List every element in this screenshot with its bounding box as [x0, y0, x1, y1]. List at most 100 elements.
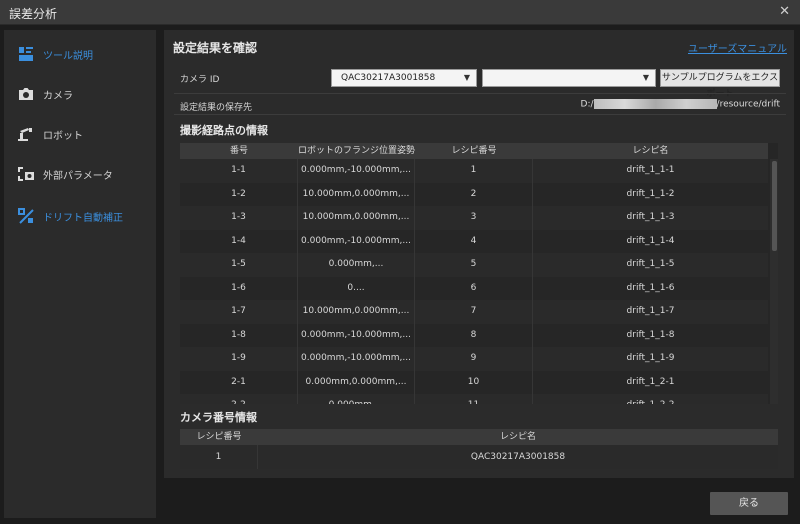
table-cell: 0.000mm,... [298, 253, 415, 277]
sidebar-item-external-params[interactable]: 外部パラメータ [4, 159, 156, 189]
sidebar-item-label: 外部パラメータ [43, 170, 113, 182]
table-cell: 2-2 [180, 394, 298, 404]
table-row[interactable]: 2-20.000mm,...11drift_1_2-2 [180, 394, 768, 404]
save-path-value: D:/ /resource/drift [581, 99, 780, 110]
table-cell: 0.000mm,... [298, 394, 415, 404]
camera-id-select[interactable]: QAC30217A3001858 ▼ [331, 69, 477, 87]
table-row[interactable]: 1-5 0.000mm,... 5 drift_1_1-5 [180, 253, 768, 277]
chevron-down-icon: ▼ [642, 73, 649, 82]
secondary-select[interactable]: ▼ [482, 69, 656, 87]
window-title: 誤差分析 [9, 7, 58, 21]
column-header: レシピ番号 [451, 146, 497, 156]
close-icon[interactable]: ✕ [779, 4, 790, 19]
user-manual-link[interactable]: ユーザーズマニュアル [688, 40, 787, 55]
sidebar-item-camera[interactable]: カメラ [4, 79, 156, 109]
table-cell: 0.000mm,-10.000mm,... [298, 159, 415, 183]
table-cell: 1-2 [180, 182, 298, 206]
scrollbar[interactable] [770, 159, 778, 404]
sidebar-item-label: ロボット [43, 130, 83, 142]
main-panel: 設定結果を確認 ユーザーズマニュアル カメラ ID QAC30217A30018… [164, 30, 794, 478]
export-sample-program-button[interactable]: サンプルプログラムをエクスポート [660, 69, 780, 99]
save-path-prefix: D:/ [580, 99, 594, 110]
external-param-icon [17, 166, 35, 182]
table-row[interactable]: 1 QAC30217A3001858 [180, 445, 778, 469]
table-row[interactable]: 1-2 10.000mm,0.000mm,... 2 drift_1_1-2 [180, 182, 768, 206]
table-cell: 3 [415, 206, 533, 230]
table-cell: 1-8 [180, 323, 298, 347]
sidebar-item-tool-description[interactable]: ツール説明 [4, 39, 156, 69]
tool-description-icon [17, 46, 35, 62]
sidebar-item-label: ツール説明 [43, 50, 93, 62]
robot-icon [17, 126, 35, 142]
sidebar-item-drift-correction[interactable]: ドリフト自動補正 [4, 201, 156, 231]
table-cell: drift_1_1-9 [626, 353, 675, 363]
table-cell: 2-1 [180, 370, 298, 394]
table-cell: 1 [415, 159, 533, 183]
table-cell: 8 [415, 323, 533, 347]
divider [174, 114, 786, 115]
table-row[interactable]: 1-6 0.... 6 drift_1_1-6 [180, 276, 768, 300]
save-path-suffix: /resource/drift [716, 99, 780, 110]
column-header: 番号 [229, 146, 248, 156]
table-cell: 9 [415, 347, 533, 371]
camera-table: レシピ番号 レシピ名 1 QAC30217A3001858 [180, 429, 778, 469]
sidebar-item-label: ドリフト自動補正 [43, 212, 123, 224]
table-row[interactable]: 1-1 0.000mm,-10.000mm,... 1 drift_1_1-1 [180, 159, 768, 183]
table-row[interactable]: 1-3 10.000mm,0.000mm,... 3 drift_1_1-3 [180, 206, 768, 230]
table-cell: 7 [415, 300, 533, 324]
sidebar-item-robot[interactable]: ロボット [4, 119, 156, 149]
table-cell: 0.000mm,0.000mm,... [298, 370, 415, 394]
table-cell: drift_1_1-7 [626, 306, 675, 316]
save-path-label: 設定結果の保存先 [180, 103, 253, 113]
table-cell: QAC30217A3001858 [470, 452, 566, 462]
table-cell: 1 [180, 445, 258, 469]
chevron-down-icon: ▼ [463, 73, 470, 82]
title-bar: 誤差分析 ✕ [0, 0, 800, 25]
table-cell: 1-9 [180, 347, 298, 371]
table-cell: 10.000mm,0.000mm,... [298, 300, 415, 324]
drift-correction-icon [17, 208, 35, 224]
camera-id-label: カメラ ID [180, 75, 220, 85]
column-header: レシピ名 [499, 432, 536, 442]
table-cell: 1-7 [180, 300, 298, 324]
table-cell: drift_1_1-4 [626, 235, 675, 246]
table-cell: 11 [415, 394, 533, 404]
table-cell: 10 [415, 370, 533, 394]
table-cell: 4 [415, 229, 533, 253]
points-section-title: 撮影経路点の情報 [180, 124, 268, 137]
table-row[interactable]: 1-9 0.000mm,-10.000mm,... 9 drift_1_1-9 [180, 347, 768, 371]
page-title: 設定結果を確認 [173, 41, 258, 55]
column-header: レシピ番号 [196, 432, 242, 442]
table-cell: 1-1 [180, 159, 298, 183]
table-cell: drift_1_2-1 [626, 376, 675, 387]
table-cell: drift_1_1-5 [626, 259, 675, 269]
table-cell: 1-6 [180, 276, 298, 300]
camera-id-select-value: QAC30217A3001858 [341, 73, 436, 83]
divider [174, 93, 786, 94]
table-row[interactable]: 1-7 10.000mm,0.000mm,... 7 drift_1_1-7 [180, 300, 768, 324]
redacted-path [593, 99, 717, 109]
table-cell: 1-4 [180, 229, 298, 253]
table-cell: drift_1_1-3 [626, 212, 675, 222]
table-cell: drift_1_1-1 [626, 165, 675, 175]
table-header: レシピ番号 レシピ名 [180, 429, 778, 445]
table-cell: 6 [415, 276, 533, 300]
table-cell: 0.000mm,-10.000mm,... [298, 323, 415, 347]
table-cell: 10.000mm,0.000mm,... [298, 206, 415, 230]
scrollbar-thumb[interactable] [772, 161, 777, 251]
camera-section-title: カメラ番号情報 [180, 411, 257, 424]
table-cell: drift_1_1-6 [626, 282, 675, 293]
table-row[interactable]: 2-1 0.000mm,0.000mm,... 10 drift_1_2-1 [180, 370, 768, 394]
table-cell: drift_1_2-2 [533, 394, 768, 404]
column-header: レシピ名 [632, 146, 669, 156]
table-row[interactable]: 1-8 0.000mm,-10.000mm,... 8 drift_1_1-8 [180, 323, 768, 347]
table-cell: 0.000mm,-10.000mm,... [298, 347, 415, 371]
table-row[interactable]: 1-4 0.000mm,-10.000mm,... 4 drift_1_1-4 [180, 229, 768, 253]
sidebar: ツール説明 カメラ ロボット 外部パラメータ ドリフト自動補正 [4, 30, 156, 518]
table-body: 1-1 0.000mm,-10.000mm,... 1 drift_1_1-1 1-2 1… [180, 159, 768, 404]
table-cell: 2 [415, 182, 533, 206]
table-header: 番号 ロボットのフランジ位置姿勢 レシピ番号 レシピ名 [180, 143, 768, 159]
points-table: 番号 ロボットのフランジ位置姿勢 レシピ番号 レシピ名 1-1 0.000mm,-… [180, 143, 778, 404]
back-button[interactable]: 戻る [710, 492, 788, 515]
table-cell: 10.000mm,0.000mm,... [298, 182, 415, 206]
